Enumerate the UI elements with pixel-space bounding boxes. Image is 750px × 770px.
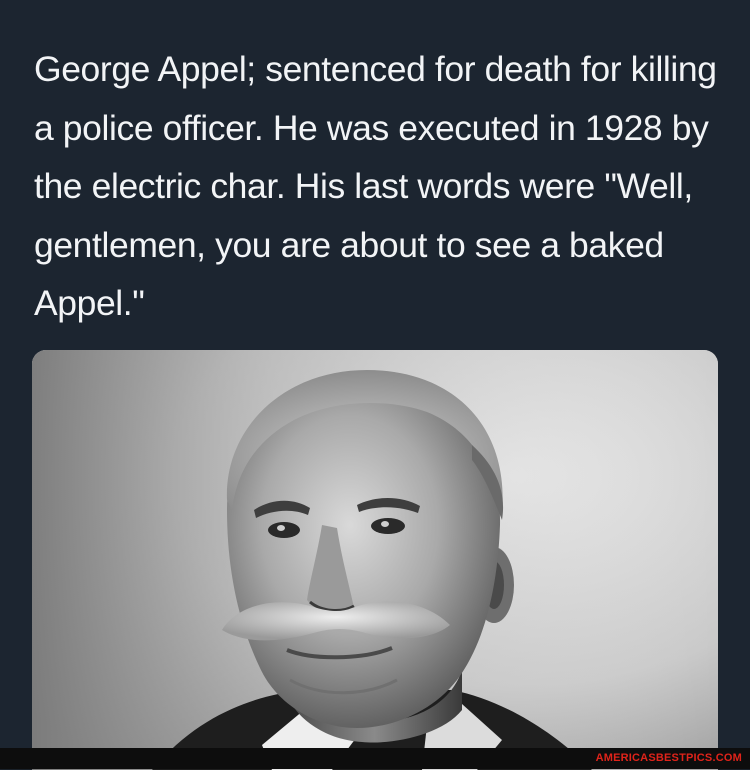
meme-post: George Appel; sentenced for death for ki… — [0, 0, 750, 770]
portrait-photo — [32, 350, 718, 770]
portrait-illustration — [32, 350, 718, 770]
post-caption: George Appel; sentenced for death for ki… — [34, 49, 717, 323]
watermark-text: AMERICASBESTPICS.COM — [595, 752, 742, 764]
